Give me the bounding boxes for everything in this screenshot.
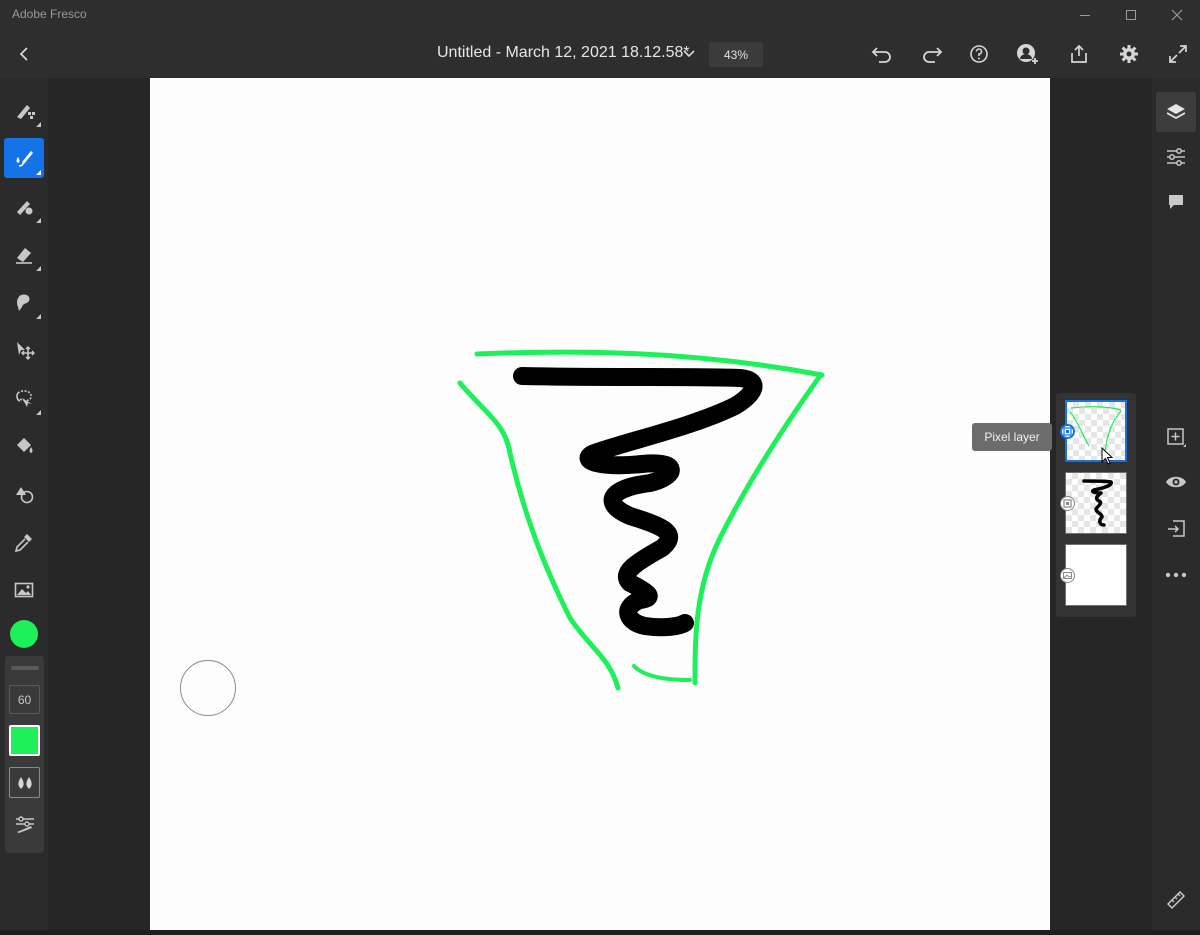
ruler-button[interactable] bbox=[1156, 880, 1196, 920]
shape-icon bbox=[16, 487, 34, 504]
fill-tool[interactable] bbox=[4, 426, 44, 466]
maximize-icon bbox=[1126, 9, 1136, 20]
image-icon bbox=[1063, 572, 1072, 579]
green-stroke-bottom bbox=[632, 664, 692, 682]
pixel-layer-badge-2[interactable] bbox=[1060, 496, 1075, 511]
add-layer-button[interactable] bbox=[1156, 417, 1196, 457]
pixel-layer-badge[interactable] bbox=[1060, 424, 1075, 439]
eyedropper-icon bbox=[14, 534, 32, 553]
settings-button[interactable] bbox=[1116, 41, 1142, 67]
lasso-icon bbox=[16, 390, 32, 407]
comment-icon bbox=[1169, 195, 1183, 209]
document-menu-button[interactable] bbox=[676, 41, 702, 67]
shape-tool[interactable] bbox=[4, 474, 44, 514]
water-drops-icon bbox=[17, 776, 32, 789]
layers-button[interactable] bbox=[1156, 92, 1196, 132]
drawing-canvas[interactable] bbox=[150, 78, 1050, 930]
close-icon bbox=[1171, 9, 1183, 20]
pixel-brush-icon bbox=[17, 105, 35, 119]
brush-size-field[interactable]: 60 bbox=[9, 685, 40, 714]
tool-panel: 60 bbox=[0, 78, 48, 930]
brush-cursor bbox=[180, 660, 236, 716]
brush-color-button[interactable] bbox=[9, 725, 40, 756]
ruler-icon bbox=[1166, 890, 1186, 910]
brush-size-slider-handle[interactable] bbox=[11, 666, 39, 670]
eraser-icon bbox=[16, 248, 32, 264]
comments-button[interactable] bbox=[1156, 182, 1196, 222]
move-tool[interactable] bbox=[4, 330, 44, 370]
chevron-down-icon bbox=[683, 50, 695, 58]
layers-panel bbox=[1056, 393, 1136, 617]
pixel-layer-icon bbox=[1063, 499, 1072, 508]
top-toolbar: Untitled - March 12, 2021 18.12.58* 43% bbox=[0, 29, 1200, 78]
pixel-brush-tool[interactable] bbox=[4, 90, 44, 130]
brush-settings-panel: 60 bbox=[5, 656, 44, 853]
expand-icon bbox=[1169, 45, 1187, 63]
smudge-icon bbox=[17, 294, 30, 311]
layer-visibility-button[interactable] bbox=[1156, 462, 1196, 502]
more-icon bbox=[1165, 572, 1187, 578]
brush-flow-button[interactable] bbox=[9, 767, 40, 798]
redo-button[interactable] bbox=[919, 41, 945, 67]
merge-layer-button[interactable] bbox=[1156, 509, 1196, 549]
window-titlebar: Adobe Fresco bbox=[0, 0, 1200, 29]
back-arrow-icon bbox=[19, 47, 28, 61]
vector-brush-icon bbox=[17, 201, 33, 215]
paint-bucket-icon bbox=[17, 438, 33, 453]
help-icon bbox=[970, 45, 988, 63]
minimize-icon bbox=[1080, 14, 1090, 16]
undo-button[interactable] bbox=[869, 41, 895, 67]
place-image-tool[interactable] bbox=[4, 570, 44, 610]
lasso-tool[interactable] bbox=[4, 378, 44, 418]
artwork bbox=[457, 349, 825, 691]
back-button[interactable] bbox=[11, 41, 37, 67]
close-button[interactable] bbox=[1154, 0, 1200, 29]
brush-options-button[interactable] bbox=[9, 808, 40, 839]
pixel-layer-icon bbox=[1063, 427, 1072, 436]
live-brush-icon bbox=[16, 151, 33, 167]
help-button[interactable] bbox=[966, 41, 992, 67]
color-swatch-icon bbox=[10, 620, 38, 648]
brush-options-icon bbox=[15, 815, 34, 833]
merge-down-icon bbox=[1168, 520, 1185, 537]
invite-button[interactable] bbox=[1015, 41, 1041, 67]
background-layer-badge[interactable] bbox=[1060, 568, 1075, 583]
layer-type-tooltip: Pixel layer bbox=[972, 423, 1052, 451]
vector-brush-tool[interactable] bbox=[4, 186, 44, 226]
smudge-tool[interactable] bbox=[4, 282, 44, 322]
green-stroke-left bbox=[457, 380, 621, 691]
minimize-button[interactable] bbox=[1062, 0, 1108, 29]
redo-icon bbox=[923, 47, 943, 63]
maximize-button[interactable] bbox=[1108, 0, 1154, 29]
eraser-tool[interactable] bbox=[4, 234, 44, 274]
move-icon bbox=[17, 342, 35, 360]
fullscreen-button[interactable] bbox=[1165, 41, 1191, 67]
zoom-level[interactable]: 43% bbox=[709, 42, 763, 67]
share-button[interactable] bbox=[1066, 41, 1092, 67]
eyedropper-tool[interactable] bbox=[4, 522, 44, 562]
eye-icon bbox=[1166, 476, 1186, 488]
more-actions-button[interactable] bbox=[1156, 555, 1196, 595]
document-title[interactable]: Untitled - March 12, 2021 18.12.58* bbox=[437, 44, 690, 62]
image-icon bbox=[14, 582, 34, 598]
layer-1-preview bbox=[1069, 406, 1122, 453]
layer-properties-button[interactable] bbox=[1156, 137, 1196, 177]
layer-2-preview bbox=[1082, 479, 1114, 527]
sliders-icon bbox=[1167, 148, 1185, 166]
add-layer-icon bbox=[1167, 428, 1186, 447]
mouse-pointer-icon bbox=[1101, 447, 1114, 465]
app-title: Adobe Fresco bbox=[12, 7, 87, 21]
right-rail bbox=[1152, 78, 1200, 930]
gear-icon bbox=[1120, 45, 1138, 63]
share-icon bbox=[1071, 44, 1087, 63]
color-swatch-button[interactable] bbox=[4, 614, 44, 654]
layers-icon bbox=[1166, 104, 1186, 120]
add-user-icon bbox=[1017, 44, 1038, 64]
undo-icon bbox=[871, 47, 891, 63]
live-brush-tool[interactable] bbox=[4, 138, 44, 178]
